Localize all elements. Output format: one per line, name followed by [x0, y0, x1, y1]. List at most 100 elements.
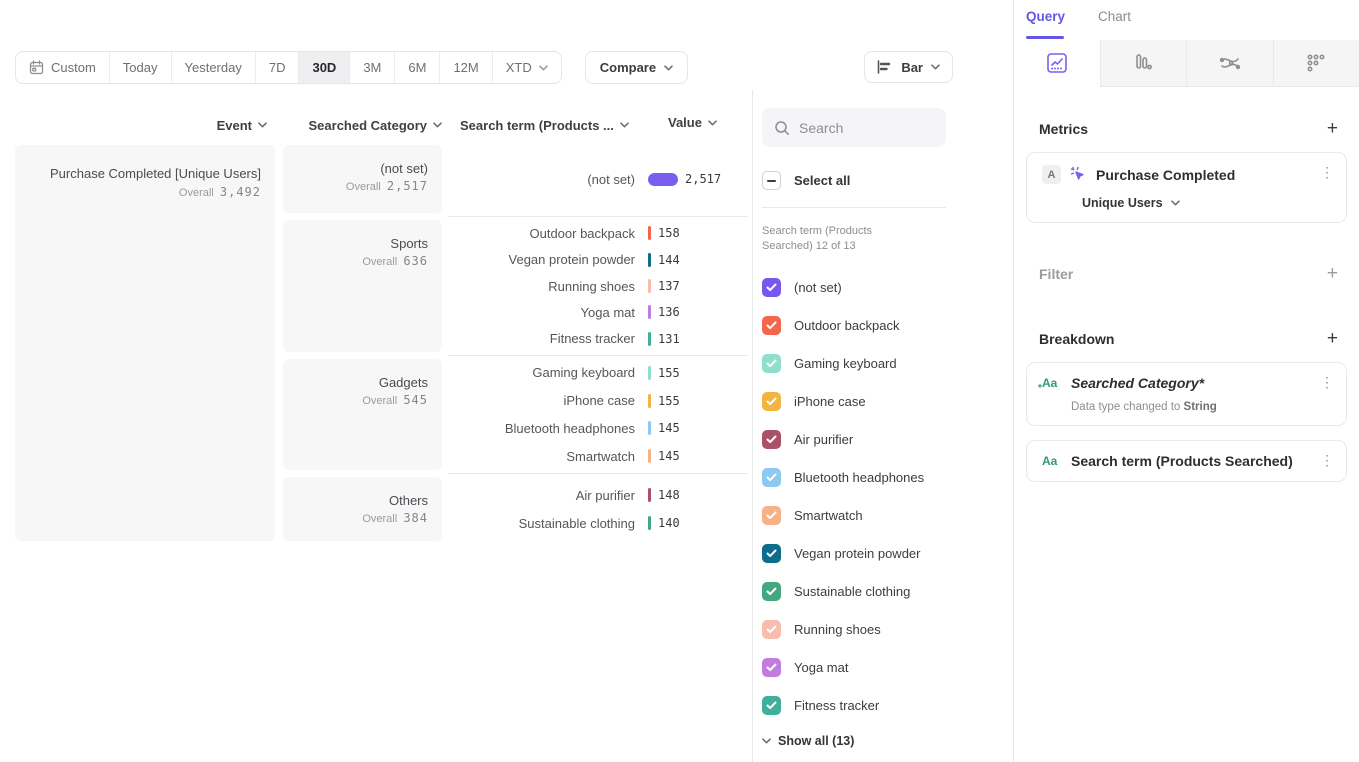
table-row[interactable]: Outdoor backpack158 — [448, 220, 748, 246]
date-range-3m[interactable]: 3M — [349, 52, 394, 83]
checkbox-checked[interactable] — [762, 468, 781, 487]
tab-chart[interactable]: Chart — [1098, 9, 1131, 24]
category-cell[interactable]: OthersOverall 384 — [283, 477, 442, 541]
value-rows-column: (not set)2,517 Outdoor backpack158Vegan p… — [448, 145, 748, 541]
legend-item[interactable]: iPhone case — [762, 382, 946, 420]
legend-item[interactable]: Outdoor backpack — [762, 306, 946, 344]
table-row[interactable]: Sustainable clothing140 — [448, 509, 748, 537]
date-range-7d[interactable]: 7D — [255, 52, 299, 83]
table-row[interactable]: Running shoes137 — [448, 273, 748, 299]
query-panel: Query Chart — [1013, 0, 1359, 762]
date-range-xtd[interactable]: XTD — [492, 52, 561, 83]
category-cell[interactable]: (not set)Overall 2,517 — [283, 145, 442, 213]
legend-item-label: Yoga mat — [794, 660, 848, 675]
column-header-event[interactable]: Event — [15, 115, 275, 135]
legend-item[interactable]: Sustainable clothing — [762, 572, 946, 610]
table-row[interactable]: Fitness tracker131 — [448, 326, 748, 352]
category-name: Gadgets — [293, 375, 428, 390]
table-row[interactable]: Air purifier148 — [448, 481, 748, 509]
add-filter-button[interactable]: + — [1327, 264, 1338, 283]
legend-item[interactable]: Vegan protein powder — [762, 534, 946, 572]
checkbox-checked[interactable] — [762, 658, 781, 677]
legend-item[interactable]: (not set) — [762, 268, 946, 306]
table-row[interactable]: Bluetooth headphones145 — [448, 415, 748, 443]
checkbox-checked[interactable] — [762, 506, 781, 525]
compare-button[interactable]: Compare — [585, 51, 688, 84]
category-name: Others — [293, 493, 428, 508]
legend-item[interactable]: Yoga mat — [762, 648, 946, 686]
checkbox-checked[interactable] — [762, 620, 781, 639]
chevron-down-icon — [664, 65, 673, 71]
table-row[interactable]: Gaming keyboard155 — [448, 359, 748, 387]
search-icon — [774, 120, 790, 136]
date-range-segmented-control: CustomTodayYesterday7D30D3M6M12MXTD — [15, 51, 562, 84]
column-header-searched-category[interactable]: Searched Category — [275, 115, 448, 135]
checkbox-checked[interactable] — [762, 696, 781, 715]
breakdown-menu-button[interactable]: ⋮ — [1320, 453, 1334, 468]
divider — [762, 207, 946, 208]
category-cell[interactable]: GadgetsOverall 545 — [283, 359, 442, 470]
legend-item[interactable]: Bluetooth headphones — [762, 458, 946, 496]
date-range-today[interactable]: Today — [109, 52, 171, 83]
show-all-button[interactable]: Show all (13) — [762, 734, 946, 748]
checkbox-checked[interactable] — [762, 582, 781, 601]
legend-item[interactable]: Fitness tracker — [762, 686, 946, 724]
table-row[interactable]: Vegan protein powder144 — [448, 246, 748, 272]
value-label: 136 — [658, 305, 680, 319]
tab-funnels[interactable] — [1100, 40, 1187, 86]
select-all-row[interactable]: Select all — [762, 171, 946, 190]
checkbox-checked[interactable] — [762, 392, 781, 411]
date-range-30d[interactable]: 30D — [298, 52, 349, 83]
chart-type-select[interactable]: Bar — [864, 51, 953, 83]
retention-icon — [1305, 52, 1327, 74]
tab-retention[interactable] — [1273, 40, 1359, 86]
chevron-down-icon — [258, 122, 267, 128]
column-header-value[interactable]: Value — [668, 115, 717, 130]
tab-query[interactable]: Query — [1026, 9, 1065, 24]
metric-card[interactable]: A Purchase Completed ⋮ Unique Users — [1026, 152, 1347, 223]
date-range-6m[interactable]: 6M — [394, 52, 439, 83]
legend-item[interactable]: Running shoes — [762, 610, 946, 648]
search-term-label: Yoga mat — [448, 305, 648, 320]
search-term-label: (not set) — [448, 172, 648, 187]
table-row[interactable]: Smartwatch145 — [448, 442, 748, 470]
event-cell[interactable]: Purchase Completed [Unique Users] Overal… — [15, 145, 275, 541]
metric-name: Purchase Completed — [1096, 167, 1235, 183]
column-header-search-term[interactable]: Search term (Products ... — [448, 115, 629, 135]
checkbox-checked[interactable] — [762, 316, 781, 335]
legend-search[interactable] — [762, 108, 946, 147]
checkbox-checked[interactable] — [762, 430, 781, 449]
checkbox-checked[interactable] — [762, 544, 781, 563]
date-range-yesterday[interactable]: Yesterday — [171, 52, 255, 83]
bar-segment — [648, 332, 651, 346]
legend-item[interactable]: Air purifier — [762, 420, 946, 458]
table-row[interactable]: Yoga mat 136 — [448, 299, 748, 325]
date-range-custom[interactable]: Custom — [16, 52, 109, 83]
checkbox-checked[interactable] — [762, 278, 781, 297]
breakdown-card-searched-category[interactable]: Aa* Searched Category* ⋮ Data type chang… — [1026, 362, 1347, 426]
legend-item[interactable]: Gaming keyboard — [762, 344, 946, 382]
table-row[interactable]: iPhone case155 — [448, 387, 748, 415]
metric-menu-button[interactable]: ⋮ — [1320, 165, 1334, 180]
table-row[interactable]: (not set)2,517 — [448, 165, 748, 193]
string-property-icon: Aa — [1042, 454, 1062, 468]
aggregation-select[interactable]: Unique Users — [1082, 196, 1334, 210]
select-all-checkbox[interactable] — [762, 171, 781, 190]
category-name: (not set) — [293, 161, 428, 176]
breakdown-card-search-term[interactable]: Aa Search term (Products Searched) ⋮ — [1026, 440, 1347, 482]
tab-insights[interactable] — [1014, 40, 1100, 87]
add-metric-button[interactable]: + — [1327, 119, 1338, 138]
legend-item[interactable]: Smartwatch — [762, 496, 946, 534]
group-divider — [448, 216, 748, 217]
search-input[interactable] — [799, 120, 919, 136]
breakdown-menu-button[interactable]: ⋮ — [1320, 375, 1334, 390]
checkbox-checked[interactable] — [762, 354, 781, 373]
date-range-12m[interactable]: 12M — [439, 52, 491, 83]
legend-item-label: Running shoes — [794, 622, 881, 637]
value-label: 155 — [658, 394, 680, 408]
tab-flows[interactable] — [1186, 40, 1273, 86]
add-breakdown-button[interactable]: + — [1327, 329, 1338, 348]
category-cell[interactable]: SportsOverall 636 — [283, 220, 442, 352]
metric-letter-badge: A — [1042, 165, 1061, 184]
bar-segment — [648, 305, 651, 319]
